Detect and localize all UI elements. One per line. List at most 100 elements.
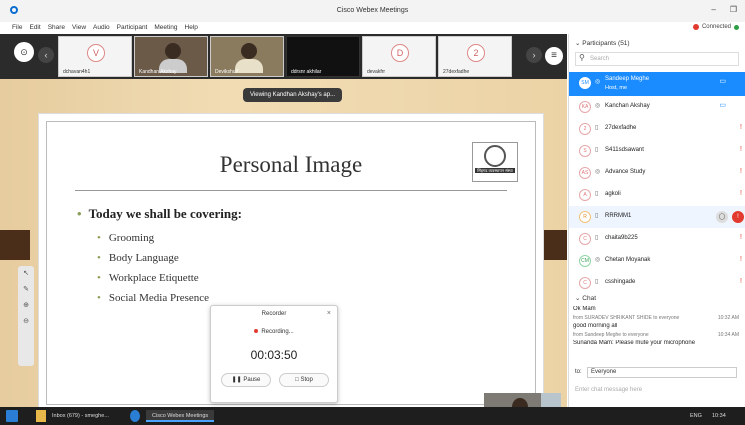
scroll-right-button[interactable]: › (526, 47, 542, 63)
avatar: KA (579, 101, 591, 113)
zoom-out-icon[interactable]: ⊖ (18, 314, 34, 330)
pause-button[interactable]: ❚❚ Pause (221, 373, 271, 387)
self-person (512, 398, 528, 407)
menu-help[interactable]: Help (185, 24, 198, 31)
microphone-muted-icon: ǃ (740, 190, 742, 197)
more-thumbnails-icon[interactable]: ≡ (545, 47, 563, 65)
recorder-panel: Recorder × Recording... 00:03:50 ❚❚ Paus… (210, 305, 338, 403)
emblem-icon (484, 145, 506, 167)
participant-name: RRRMM1 (605, 213, 632, 219)
browser-icon[interactable] (130, 410, 140, 422)
thumbnail-4[interactable]: ddrsnr akhilar (286, 36, 360, 77)
taskbar-language[interactable]: ENG (690, 410, 702, 422)
phone-icon: ▯ (595, 213, 599, 219)
restore-button[interactable]: ❐ (730, 5, 737, 14)
taskbar-clock[interactable]: 10:34 (712, 410, 726, 422)
chat-icon[interactable]: ◯ (716, 211, 728, 223)
stop-button[interactable]: □ Stop (279, 373, 329, 387)
menu-share[interactable]: Share (48, 24, 65, 31)
thumbnail-name: Devikshu7 (215, 69, 239, 75)
connection-status[interactable]: Connected (692, 24, 739, 30)
taskbar-webex[interactable]: Cisco Webex Meetings (146, 410, 215, 422)
minimize-button[interactable]: – (711, 5, 715, 14)
scroll-left-button[interactable]: ‹ (38, 47, 54, 63)
chat-time: 10:32 AM (717, 315, 739, 321)
participant-row[interactable]: SM ◎ Sandeep Meghe Host, me ▭ (569, 72, 745, 96)
participant-search-input[interactable]: Search (575, 52, 739, 66)
participant-row[interactable]: CM ◎ Chetan Moyanak ǃ (569, 250, 745, 272)
participant-name: Sandeep Meghe (605, 76, 650, 82)
chat-header[interactable]: ⌄ Chat (575, 294, 596, 302)
participant-row[interactable]: S ▯ S411sdsawant ǃ (569, 140, 745, 162)
recording-dot-icon (254, 329, 259, 333)
pen-icon[interactable]: ✎ (18, 282, 34, 298)
windows-taskbar: Inbox (679) - smeghe... Cisco Webex Meet… (0, 407, 745, 425)
slide-main-bullet: Today we shall be covering: (77, 206, 242, 222)
thumbnail-1[interactable]: V dchavan4h1 (58, 36, 132, 77)
pause-icon: ❚❚ (231, 377, 244, 383)
participants-count: Participants (51) (582, 40, 630, 47)
participant-row[interactable]: A ▯ agkoli ǃ (569, 184, 745, 206)
participant-row[interactable]: KA ◎ Kanchan Akshay ▭ (569, 96, 745, 118)
file-explorer-icon[interactable] (36, 410, 46, 422)
menu-circle-icon[interactable]: ⊙ (14, 42, 34, 62)
menu-meeting[interactable]: Meeting (154, 24, 177, 31)
participant-row[interactable]: AS ◎ Advance Study ǃ (569, 162, 745, 184)
video-person (165, 43, 181, 59)
close-icon[interactable]: × (327, 310, 331, 317)
avatar: C (579, 277, 591, 289)
self-view-video[interactable] (484, 393, 561, 407)
microphone-muted-icon: ǃ (740, 234, 742, 241)
microphone-muted-icon: ǃ (740, 278, 742, 285)
viewing-banner: Viewing Kandhan Akshay's ap... (243, 88, 343, 102)
phone-icon: ▯ (595, 279, 599, 285)
windows-start-icon[interactable] (6, 410, 18, 422)
thumbnail-name: 27dexfadhe (443, 69, 470, 75)
phone-icon: ▯ (595, 235, 599, 241)
participant-row[interactable]: 2 ▯ 27dexfadhe ǃ (569, 118, 745, 140)
menu-view[interactable]: View (72, 24, 86, 31)
menu-audio[interactable]: Audio (93, 24, 110, 31)
chat-time: 10:34 AM (717, 332, 739, 338)
menu-participant[interactable]: Participant (117, 24, 148, 31)
avatar: CM (579, 255, 591, 267)
pointer-icon[interactable]: ↖ (18, 266, 34, 282)
participant-row[interactable]: C ▯ csshingade ǃ (569, 272, 745, 294)
thumbnail-3[interactable]: Devikshu7 (210, 36, 284, 77)
menu-file[interactable]: File (12, 24, 22, 31)
thumbnail-strip: ⊙ ‹ V dchavan4h1 Kandhan Akshay Devikshu… (0, 34, 567, 79)
avatar: 2 (579, 123, 591, 135)
taskbar-inbox[interactable]: Inbox (679) - smeghe... (52, 410, 109, 422)
participant-row[interactable]: R ▯ RRRMM1 ◯ ǃ (569, 206, 745, 228)
avatar: 2 (467, 44, 485, 62)
slide-divider (75, 190, 507, 191)
chat-message-input[interactable]: Enter chat message here (575, 387, 739, 393)
annotation-toolbar: ↖ ✎ ⊕ ⊖ (18, 266, 34, 366)
microphone-muted-icon: ǃ (740, 256, 742, 263)
participant-role: Host, me (605, 85, 628, 91)
participants-header[interactable]: ⌄ Participants (51) (575, 39, 630, 47)
stop-label: Stop (300, 377, 313, 383)
window-title: Cisco Webex Meetings (336, 7, 409, 14)
avatar: SM (579, 77, 591, 89)
microphone-muted-icon[interactable]: ǃ (732, 211, 744, 223)
zoom-in-icon[interactable]: ⊕ (18, 298, 34, 314)
chat-message: good morning all (573, 323, 618, 329)
thumbnail-5[interactable]: D devakfrr (362, 36, 436, 77)
participant-name: Kanchan Akshay (605, 103, 650, 109)
thumbnail-name: dchavan4h1 (63, 69, 91, 75)
participant-name: 27dexfadhe (605, 125, 637, 131)
participant-row[interactable]: C ▯ chaita9b225 ǃ (569, 228, 745, 250)
chat-recipient-select[interactable]: Everyone (587, 367, 737, 378)
thumbnail-6[interactable]: 2 27dexfadhe (438, 36, 512, 77)
avatar: R (579, 211, 591, 223)
avatar: A (579, 189, 591, 201)
thumbnail-2[interactable]: Kandhan Akshay (134, 36, 208, 77)
title-bar: Cisco Webex Meetings – ❐ (0, 0, 745, 22)
camera-icon: ▭ (719, 102, 726, 109)
phone-icon: ▯ (595, 147, 599, 153)
menu-edit[interactable]: Edit (29, 24, 40, 31)
camera-icon: ▭ (719, 78, 726, 85)
slide-sub-bullet: Body Language (97, 252, 179, 264)
logo-text: सिंहगड व्यवस्थापन संस्था (475, 168, 515, 173)
